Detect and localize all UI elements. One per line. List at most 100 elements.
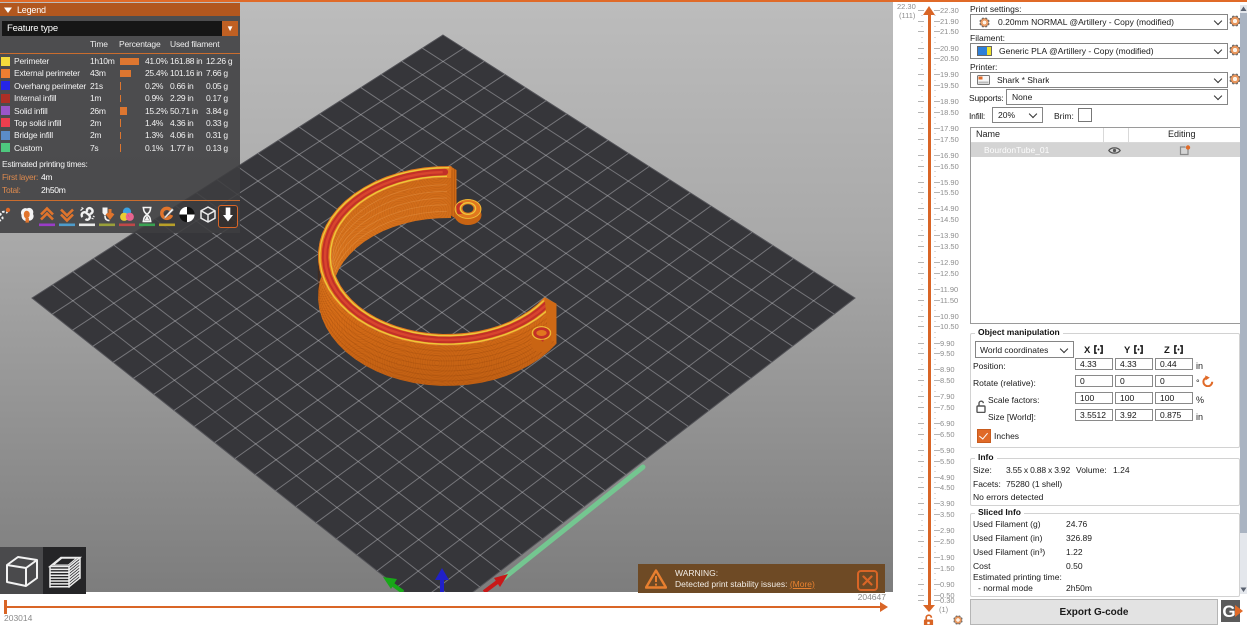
- editor-view-button[interactable]: [0, 547, 43, 594]
- wipe-icon: [20, 208, 34, 223]
- supports-combo[interactable]: None: [1006, 89, 1228, 105]
- view-type-dropdown-button[interactable]: ▼: [222, 21, 238, 36]
- layer-tick: [934, 133, 936, 135]
- layer-tick: [934, 15, 936, 17]
- object-list-name-header: Name: [976, 129, 1001, 139]
- manip-input[interactable]: 0.44: [1155, 358, 1193, 370]
- legend-title-bar[interactable]: Legend: [0, 3, 240, 16]
- move-slider-right-thumb[interactable]: [880, 602, 888, 612]
- layer-tick: [934, 401, 936, 403]
- panel-scrollbar-thumb[interactable]: [1240, 13, 1247, 533]
- manip-input[interactable]: 100: [1155, 392, 1193, 404]
- object-row[interactable]: BourdonTube_01: [971, 143, 1244, 157]
- layer-tick: [934, 321, 936, 323]
- retractions-toggle[interactable]: [38, 206, 56, 227]
- scrollbar-up-arrow[interactable]: [1240, 6, 1247, 12]
- col-percentage: Percentage: [119, 39, 161, 49]
- move-slider-left-thumb[interactable]: [4, 600, 7, 614]
- layer-tick: [921, 122, 923, 124]
- scale-lock-icon[interactable]: [976, 400, 986, 413]
- unlock-icon[interactable]: [923, 614, 934, 625]
- manip-input[interactable]: 4.33: [1115, 358, 1153, 370]
- percentage-bar: [119, 144, 121, 152]
- feature-percentage: 41.0%: [145, 56, 168, 66]
- rotate-reset-icon[interactable]: [1202, 375, 1214, 387]
- move-slider-min-label: 203014: [4, 613, 33, 623]
- layer-tick: [918, 111, 924, 113]
- layer-tick: [934, 455, 936, 457]
- manip-input[interactable]: 4.33: [1075, 358, 1113, 370]
- layer-tick: [934, 122, 936, 124]
- manip-input[interactable]: 0: [1075, 375, 1113, 387]
- chevron-down-icon: [1215, 92, 1222, 99]
- manip-input[interactable]: 0: [1155, 375, 1193, 387]
- tool-marker-icon: [222, 207, 233, 222]
- layer-tick-label: 10.50: [940, 322, 959, 332]
- layer-tick: [921, 347, 923, 349]
- layer-tick: [934, 144, 936, 146]
- export-gcode-button[interactable]: Export G-code: [970, 599, 1218, 625]
- manip-input[interactable]: 0: [1115, 375, 1153, 387]
- volume-value: 1.24: [1113, 465, 1130, 475]
- warning-more-link[interactable]: (More): [790, 579, 815, 589]
- inches-checkbox[interactable]: [977, 429, 991, 443]
- travel-toggle[interactable]: [0, 206, 16, 227]
- infill-value: 20%: [998, 110, 1016, 120]
- box-icon: [199, 206, 216, 223]
- layer-tick: [921, 52, 923, 54]
- infill-combo[interactable]: 20%: [992, 107, 1043, 123]
- layer-tick: [921, 176, 923, 178]
- manip-input[interactable]: 0.875: [1155, 409, 1193, 421]
- printer-combo[interactable]: Shark * Shark: [970, 72, 1228, 88]
- layer-tick: [934, 203, 936, 205]
- coordinates-combo[interactable]: World coordinates: [975, 341, 1074, 358]
- pause-prints-toggle[interactable]: [138, 206, 156, 227]
- brim-checkbox[interactable]: [1078, 108, 1092, 122]
- layer-tick: [921, 535, 923, 537]
- box-toggle[interactable]: [199, 206, 217, 227]
- filament-combo[interactable]: Generic PLA @Artillery - Copy (modified): [970, 43, 1228, 59]
- layer-slider-current-layer: (111): [899, 11, 916, 20]
- feature-color-swatch: [1, 118, 10, 128]
- preview-view-button[interactable]: [43, 547, 86, 594]
- manip-input[interactable]: 100: [1075, 392, 1113, 404]
- manip-input[interactable]: 3.5512: [1075, 409, 1113, 421]
- view-type-combo[interactable]: Feature type ▼: [2, 21, 238, 36]
- manip-input[interactable]: 3.92: [1115, 409, 1153, 421]
- estimated-times-title: Estimated printing times:: [2, 159, 88, 170]
- feature-length: 161.88 in: [170, 56, 203, 66]
- warning-title: WARNING:: [675, 568, 719, 578]
- layer-tick: [921, 36, 923, 38]
- scrollbar-down-arrow[interactable]: [1240, 587, 1247, 593]
- layer-tick-label: 15.90: [940, 177, 959, 187]
- warning-close-button[interactable]: [857, 570, 878, 591]
- layer-tick: [921, 519, 923, 521]
- manip-input[interactable]: 100: [1115, 392, 1153, 404]
- layer-tick: [921, 562, 923, 564]
- inches-label: Inches: [994, 431, 1020, 441]
- tool-marker-toggle[interactable]: [217, 205, 238, 229]
- custom-gcode-toggle[interactable]: [158, 206, 176, 227]
- wipe-toggle[interactable]: [18, 206, 36, 227]
- layer-tick: [934, 213, 936, 215]
- slider-gear-icon[interactable]: [953, 615, 963, 625]
- seams-toggle[interactable]: [78, 206, 96, 227]
- layer-slider-lower-thumb[interactable]: [923, 605, 935, 612]
- shells-toggle[interactable]: [178, 206, 196, 227]
- eye-icon[interactable]: [1108, 146, 1121, 155]
- layer-tick-label: 14.90: [940, 204, 959, 214]
- deretractions-toggle[interactable]: [58, 206, 76, 227]
- seams-icon: [78, 206, 95, 227]
- layer-tick: [934, 465, 936, 467]
- print-pauses-toggle[interactable]: [98, 206, 116, 227]
- print-settings-combo[interactable]: 0.20mm NORMAL @Artillery - Copy (modifie…: [970, 14, 1228, 30]
- viewport-3d[interactable]: Legend Feature type ▼ Time Percentage Us…: [0, 2, 893, 594]
- manip-label: Size [World]:: [988, 412, 1037, 422]
- layer-tick: [934, 79, 936, 81]
- panel-scrollbar[interactable]: [1240, 5, 1247, 594]
- move-slider-track[interactable]: [4, 606, 882, 608]
- size-label: Size:: [973, 465, 992, 475]
- layer-slider-track[interactable]: [928, 12, 931, 605]
- color-changes-toggle[interactable]: [118, 206, 136, 227]
- editing-icon[interactable]: [1179, 144, 1191, 156]
